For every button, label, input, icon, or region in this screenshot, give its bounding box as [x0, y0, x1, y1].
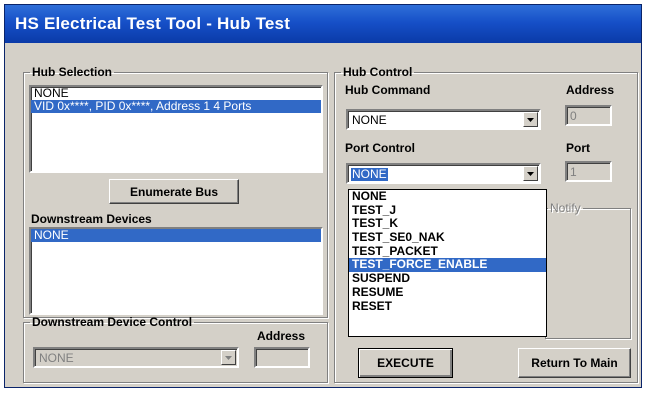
port-control-option-test-force-enable[interactable]: TEST_FORCE_ENABLE: [349, 258, 546, 273]
hub-address-label: Address: [566, 83, 615, 97]
downstream-control-legend: Downstream Device Control: [32, 315, 193, 329]
title-bar: HS Electrical Test Tool - Hub Test: [5, 5, 641, 43]
downstream-device-list[interactable]: NONE: [29, 227, 323, 315]
downstream-address-label: Address: [257, 329, 306, 343]
hub-list[interactable]: NONE VID 0x****, PID 0x****, Address 1 4 …: [29, 85, 323, 173]
return-to-main-button[interactable]: Return To Main: [518, 348, 631, 378]
list-item[interactable]: VID 0x****, PID 0x****, Address 1 4 Port…: [31, 100, 321, 113]
downstream-device-combo: NONE: [33, 347, 239, 368]
port-label: Port: [566, 141, 590, 155]
port-control-option-test-j[interactable]: TEST_J: [349, 203, 546, 218]
port-control-combo[interactable]: NONE: [346, 163, 541, 184]
port-value: 1: [570, 165, 577, 179]
notify-legend: Notify: [550, 201, 581, 215]
hub-address-value: 0: [570, 109, 577, 123]
hub-command-combo[interactable]: NONE: [346, 109, 541, 130]
port-control-option-suspend[interactable]: SUSPEND: [349, 271, 546, 286]
chevron-down-icon: [221, 350, 236, 365]
enumerate-bus-button[interactable]: Enumerate Bus: [109, 179, 239, 204]
hub-test-window: HS Electrical Test Tool - Hub Test Hub S…: [4, 4, 642, 388]
page-background-strip: [0, 388, 652, 397]
downstream-devices-label: Downstream Devices: [31, 212, 152, 226]
port-control-option-test-k[interactable]: TEST_K: [349, 217, 546, 231]
hub-control-legend: Hub Control: [343, 65, 413, 79]
hub-command-value: NONE: [352, 113, 387, 127]
port-field: 1: [565, 161, 612, 182]
port-control-option-test-packet[interactable]: TEST_PACKET: [349, 244, 546, 259]
port-control-dropdown-list[interactable]: NONE TEST_J TEST_K TEST_SE0_NAK TEST_PACKET T…: [348, 189, 547, 337]
execute-button[interactable]: EXECUTE: [358, 348, 453, 378]
list-item[interactable]: NONE: [31, 229, 321, 242]
port-control-label: Port Control: [345, 141, 415, 155]
port-control-option-test-se0-nak[interactable]: TEST_SE0_NAK: [349, 230, 546, 245]
port-control-option-none[interactable]: NONE: [349, 189, 546, 204]
downstream-device-combo-value: NONE: [39, 351, 74, 365]
window-title: HS Electrical Test Tool - Hub Test: [15, 14, 291, 33]
port-control-value: NONE: [351, 167, 388, 181]
chevron-down-icon[interactable]: [523, 112, 538, 127]
port-control-option-reset[interactable]: RESET: [349, 299, 546, 314]
port-control-option-resume[interactable]: RESUME: [349, 285, 546, 300]
hub-address-field: 0: [565, 105, 612, 126]
hub-selection-legend: Hub Selection: [32, 65, 113, 79]
notify-group: Notify: [545, 201, 631, 339]
downstream-address-field: [254, 347, 310, 368]
hub-command-label: Hub Command: [345, 83, 431, 97]
chevron-down-icon[interactable]: [523, 166, 538, 181]
